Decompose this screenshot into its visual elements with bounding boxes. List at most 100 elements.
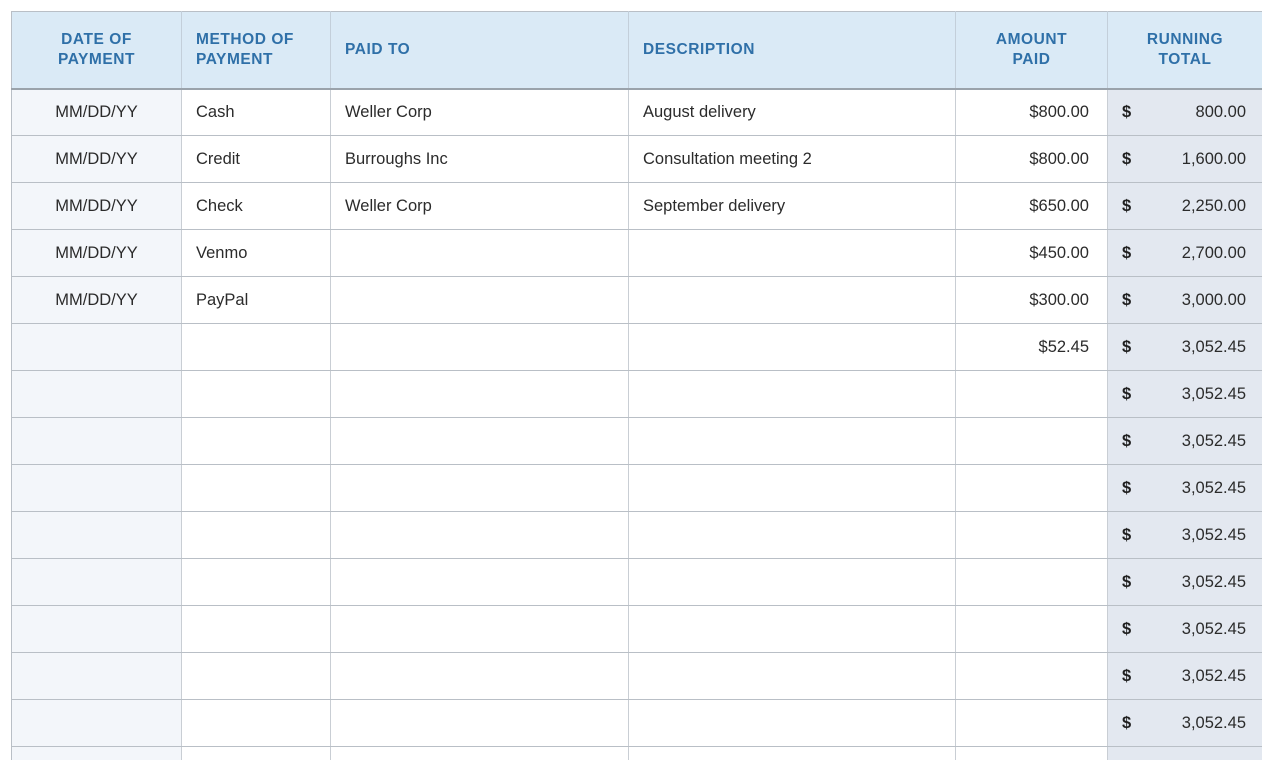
- cell-amount-paid[interactable]: [955, 699, 1108, 747]
- cell-paid-to[interactable]: [330, 323, 629, 371]
- cell-paid-to[interactable]: [330, 558, 629, 606]
- cell-method-of-payment[interactable]: [181, 746, 331, 760]
- cell-paid-to[interactable]: [330, 417, 629, 465]
- cell-date-of-payment[interactable]: [11, 652, 182, 700]
- cell-amount-paid[interactable]: [955, 464, 1108, 512]
- cell-running-total[interactable]: $3,052.45: [1107, 558, 1262, 606]
- cell-date-of-payment[interactable]: [11, 323, 182, 371]
- cell-amount-paid[interactable]: $800.00: [955, 135, 1108, 183]
- table-row[interactable]: MM/DD/YY Cash Weller Corp August delivery $8…: [11, 88, 1262, 136]
- cell-description[interactable]: [628, 699, 956, 747]
- cell-date-of-payment[interactable]: MM/DD/YY: [11, 182, 182, 230]
- cell-running-total[interactable]: $3,052.45: [1107, 699, 1262, 747]
- table-row[interactable]: MM/DD/YY Check Weller Corp September delive…: [11, 182, 1262, 230]
- cell-paid-to[interactable]: [330, 746, 629, 760]
- cell-method-of-payment[interactable]: Venmo: [181, 229, 331, 277]
- cell-paid-to[interactable]: Weller Corp: [330, 182, 629, 230]
- cell-date-of-payment[interactable]: [11, 370, 182, 418]
- column-header-method-of-payment[interactable]: METHOD OF PAYMENT: [181, 11, 331, 90]
- column-header-date-of-payment[interactable]: DATE OF PAYMENT: [11, 11, 182, 90]
- cell-method-of-payment[interactable]: Credit: [181, 135, 331, 183]
- cell-paid-to[interactable]: Weller Corp: [330, 88, 629, 136]
- cell-description[interactable]: August delivery: [628, 88, 956, 136]
- table-row[interactable]: $3,052.45: [11, 746, 1262, 760]
- cell-amount-paid[interactable]: [955, 417, 1108, 465]
- cell-running-total[interactable]: $3,052.45: [1107, 323, 1262, 371]
- table-row[interactable]: $3,052.45: [11, 605, 1262, 653]
- cell-date-of-payment[interactable]: MM/DD/YY: [11, 229, 182, 277]
- table-row[interactable]: $3,052.45: [11, 652, 1262, 700]
- cell-running-total[interactable]: $800.00: [1107, 88, 1262, 136]
- cell-running-total[interactable]: $3,052.45: [1107, 652, 1262, 700]
- table-row[interactable]: MM/DD/YY Credit Burroughs Inc Consultation …: [11, 135, 1262, 183]
- cell-description[interactable]: [628, 323, 956, 371]
- table-row[interactable]: $3,052.45: [11, 417, 1262, 465]
- cell-description[interactable]: Consultation meeting 2: [628, 135, 956, 183]
- table-row[interactable]: $3,052.45: [11, 558, 1262, 606]
- cell-running-total[interactable]: $1,600.00: [1107, 135, 1262, 183]
- cell-date-of-payment[interactable]: [11, 417, 182, 465]
- cell-method-of-payment[interactable]: [181, 417, 331, 465]
- cell-amount-paid[interactable]: [955, 511, 1108, 559]
- cell-amount-paid[interactable]: [955, 652, 1108, 700]
- table-row[interactable]: $3,052.45: [11, 699, 1262, 747]
- table-row[interactable]: MM/DD/YY PayPal $300.00 $3,000.00: [11, 276, 1262, 324]
- cell-date-of-payment[interactable]: [11, 605, 182, 653]
- cell-amount-paid[interactable]: $650.00: [955, 182, 1108, 230]
- cell-running-total[interactable]: $3,052.45: [1107, 417, 1262, 465]
- table-row[interactable]: $3,052.45: [11, 511, 1262, 559]
- column-header-description[interactable]: DESCRIPTION: [628, 11, 956, 90]
- cell-amount-paid[interactable]: [955, 746, 1108, 760]
- cell-date-of-payment[interactable]: [11, 746, 182, 760]
- column-header-amount-paid[interactable]: AMOUNT PAID: [955, 11, 1108, 90]
- cell-running-total[interactable]: $3,000.00: [1107, 276, 1262, 324]
- cell-description[interactable]: [628, 276, 956, 324]
- cell-paid-to[interactable]: [330, 699, 629, 747]
- cell-paid-to[interactable]: [330, 464, 629, 512]
- cell-description[interactable]: September delivery: [628, 182, 956, 230]
- cell-running-total[interactable]: $2,700.00: [1107, 229, 1262, 277]
- cell-method-of-payment[interactable]: [181, 323, 331, 371]
- cell-date-of-payment[interactable]: [11, 511, 182, 559]
- cell-description[interactable]: [628, 652, 956, 700]
- cell-date-of-payment[interactable]: [11, 558, 182, 606]
- cell-method-of-payment[interactable]: [181, 652, 331, 700]
- cell-method-of-payment[interactable]: Check: [181, 182, 331, 230]
- cell-date-of-payment[interactable]: MM/DD/YY: [11, 88, 182, 136]
- cell-description[interactable]: [628, 417, 956, 465]
- cell-amount-paid[interactable]: $300.00: [955, 276, 1108, 324]
- cell-method-of-payment[interactable]: [181, 511, 331, 559]
- cell-method-of-payment[interactable]: PayPal: [181, 276, 331, 324]
- cell-method-of-payment[interactable]: [181, 558, 331, 606]
- cell-paid-to[interactable]: Burroughs Inc: [330, 135, 629, 183]
- cell-amount-paid[interactable]: [955, 370, 1108, 418]
- table-row[interactable]: $52.45 $3,052.45: [11, 323, 1262, 371]
- column-header-paid-to[interactable]: PAID TO: [330, 11, 629, 90]
- cell-paid-to[interactable]: [330, 605, 629, 653]
- cell-running-total[interactable]: $2,250.00: [1107, 182, 1262, 230]
- cell-running-total[interactable]: $3,052.45: [1107, 605, 1262, 653]
- cell-method-of-payment[interactable]: Cash: [181, 88, 331, 136]
- cell-description[interactable]: [628, 229, 956, 277]
- table-row[interactable]: MM/DD/YY Venmo $450.00 $2,700.00: [11, 229, 1262, 277]
- column-header-running-total[interactable]: RUNNING TOTAL: [1107, 11, 1262, 90]
- cell-paid-to[interactable]: [330, 652, 629, 700]
- cell-paid-to[interactable]: [330, 276, 629, 324]
- cell-amount-paid[interactable]: $450.00: [955, 229, 1108, 277]
- cell-method-of-payment[interactable]: [181, 370, 331, 418]
- cell-description[interactable]: [628, 746, 956, 760]
- cell-description[interactable]: [628, 464, 956, 512]
- cell-running-total[interactable]: $3,052.45: [1107, 370, 1262, 418]
- cell-date-of-payment[interactable]: [11, 464, 182, 512]
- table-row[interactable]: $3,052.45: [11, 464, 1262, 512]
- cell-description[interactable]: [628, 558, 956, 606]
- cell-paid-to[interactable]: [330, 370, 629, 418]
- cell-method-of-payment[interactable]: [181, 464, 331, 512]
- cell-method-of-payment[interactable]: [181, 699, 331, 747]
- cell-amount-paid[interactable]: [955, 605, 1108, 653]
- cell-date-of-payment[interactable]: MM/DD/YY: [11, 135, 182, 183]
- cell-description[interactable]: [628, 511, 956, 559]
- cell-description[interactable]: [628, 605, 956, 653]
- cell-running-total[interactable]: $3,052.45: [1107, 511, 1262, 559]
- cell-running-total[interactable]: $3,052.45: [1107, 464, 1262, 512]
